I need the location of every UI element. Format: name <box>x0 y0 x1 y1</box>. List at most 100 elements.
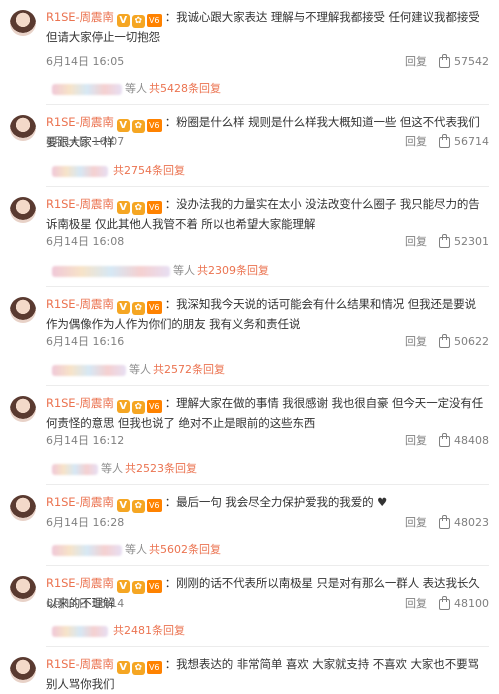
thumbs-up-icon <box>439 233 450 248</box>
replies-count[interactable]: 共2309条回复 <box>197 262 269 280</box>
like-button[interactable]: 56714 <box>439 133 489 151</box>
thumbs-up-icon <box>439 514 450 529</box>
like-count: 56714 <box>454 135 489 148</box>
comment-meta: 6月14日 16:16 回复 50622 <box>46 333 489 351</box>
comment-body: ：最后一句 我会尽全力保护爱我的我爱的 ♥ <box>164 495 388 509</box>
blurred-usernames <box>52 265 170 277</box>
level-badge-icon: V6 <box>146 499 162 512</box>
level-badge-icon: V6 <box>146 201 162 214</box>
comment-text: R1SE-周震南 V ✿ V6 ：理解大家在做的事情 我很感谢 我也很自豪 但今天一定没… <box>46 394 489 433</box>
like-count: 48023 <box>454 516 489 529</box>
replies-count[interactable]: 共2754条回复 <box>113 162 185 180</box>
divider <box>46 286 489 287</box>
comment-meta: 6月14日 16:07 回复 56714 <box>46 133 489 151</box>
thumbs-up-icon <box>439 595 450 610</box>
verified-badge-icon: V <box>116 14 130 27</box>
replies-prefix: 等人 <box>125 82 147 95</box>
timestamp: 6月14日 16:28 <box>46 516 125 529</box>
avatar[interactable] <box>10 297 36 323</box>
thumbs-up-icon <box>439 432 450 447</box>
comment-meta: 6月14日 16:08 回复 52301 <box>46 233 489 251</box>
replies-prefix: 等人 <box>173 264 195 277</box>
comment-text: R1SE-周震南 V ✿ V6 ：我想表达的 非常简单 喜欢 大家就支持 不喜欢 大家也… <box>46 655 489 694</box>
replies-count[interactable]: 共2523条回复 <box>125 460 197 478</box>
reply-button[interactable]: 回复 <box>405 233 427 251</box>
reply-button[interactable]: 回复 <box>405 53 427 71</box>
like-button[interactable]: 50622 <box>439 333 489 351</box>
blurred-usernames <box>52 625 108 637</box>
divider <box>46 104 489 105</box>
author-name[interactable]: R1SE-周震南 <box>46 297 114 311</box>
thumbs-up-icon <box>439 133 450 148</box>
blurred-usernames <box>52 463 98 475</box>
reply-button[interactable]: 回复 <box>405 333 427 351</box>
verified-badge-icon: V <box>116 661 130 674</box>
replies-summary[interactable]: 等人 共2572条回复 <box>52 361 332 379</box>
avatar[interactable] <box>10 495 36 521</box>
timestamp: 6月14日 16:12 <box>46 434 125 447</box>
verified-badge-icon: V <box>116 301 130 314</box>
like-button[interactable]: 48023 <box>439 514 489 532</box>
timestamp: 6月14日 16:05 <box>46 55 125 68</box>
replies-count[interactable]: 共5602条回复 <box>149 541 221 559</box>
avatar[interactable] <box>10 115 36 141</box>
avatar[interactable] <box>10 657 36 683</box>
reply-button[interactable]: 回复 <box>405 432 427 450</box>
comment-text: R1SE-周震南 V ✿ V6 ：我诚心跟大家表达 理解与不理解我都接受 任何建议我都接… <box>46 8 489 47</box>
author-name[interactable]: R1SE-周震南 <box>46 396 114 410</box>
author-name[interactable]: R1SE-周震南 <box>46 657 114 671</box>
like-count: 48408 <box>454 434 489 447</box>
author-name[interactable]: R1SE-周震南 <box>46 115 114 129</box>
level-badge-icon: V6 <box>146 580 162 593</box>
replies-summary[interactable]: 共2754条回复 <box>52 162 332 180</box>
comment-meta: 6月14日 16:28 回复 48023 <box>46 514 489 532</box>
replies-summary[interactable]: 等人 共2309条回复 <box>52 262 332 280</box>
member-badge-icon: ✿ <box>131 15 145 28</box>
verified-badge-icon: V <box>116 580 130 593</box>
reply-button[interactable]: 回复 <box>405 133 427 151</box>
replies-summary[interactable]: 共2481条回复 <box>52 622 332 640</box>
member-badge-icon: ✿ <box>131 401 145 414</box>
member-badge-icon: ✿ <box>131 202 145 215</box>
member-badge-icon: ✿ <box>131 302 145 315</box>
author-name[interactable]: R1SE-周震南 <box>46 10 114 24</box>
member-badge-icon: ✿ <box>131 120 145 133</box>
author-name[interactable]: R1SE-周震南 <box>46 495 114 509</box>
avatar[interactable] <box>10 10 36 36</box>
replies-count[interactable]: 共2572条回复 <box>153 361 225 379</box>
level-badge-icon: V6 <box>146 119 162 132</box>
blurred-usernames <box>52 544 122 556</box>
timestamp: 6月14日 16:07 <box>46 135 125 148</box>
like-count: 52301 <box>454 235 489 248</box>
avatar[interactable] <box>10 197 36 223</box>
like-button[interactable]: 52301 <box>439 233 489 251</box>
timestamp: 6月14日 16:14 <box>46 597 125 610</box>
reply-button[interactable]: 回复 <box>405 514 427 532</box>
divider <box>46 484 489 485</box>
replies-prefix: 等人 <box>125 543 147 556</box>
like-button[interactable]: 57542 <box>439 53 489 71</box>
avatar[interactable] <box>10 576 36 602</box>
replies-summary[interactable]: 等人 共5428条回复 <box>52 80 332 98</box>
comment-text: R1SE-周震南 V ✿ V6 ：最后一句 我会尽全力保护爱我的我爱的 ♥ <box>46 493 489 513</box>
comment-meta: 6月14日 16:12 回复 48408 <box>46 432 489 450</box>
like-button[interactable]: 48408 <box>439 432 489 450</box>
reply-button[interactable]: 回复 <box>405 595 427 613</box>
thumbs-up-icon <box>439 333 450 348</box>
replies-count[interactable]: 共5428条回复 <box>149 80 221 98</box>
comment-meta: 6月14日 16:14 回复 48100 <box>46 595 489 613</box>
comment-text: R1SE-周震南 V ✿ V6 ：我深知我今天说的话可能会有什么结果和情况 但我还是要说… <box>46 295 489 334</box>
divider <box>46 565 489 566</box>
author-name[interactable]: R1SE-周震南 <box>46 197 114 211</box>
avatar[interactable] <box>10 396 36 422</box>
replies-prefix: 等人 <box>129 363 151 376</box>
blurred-usernames <box>52 165 108 177</box>
like-count: 48100 <box>454 597 489 610</box>
member-badge-icon: ✿ <box>131 662 145 675</box>
like-button[interactable]: 48100 <box>439 595 489 613</box>
replies-summary[interactable]: 等人 共5602条回复 <box>52 541 332 559</box>
author-name[interactable]: R1SE-周震南 <box>46 576 114 590</box>
member-badge-icon: ✿ <box>131 581 145 594</box>
replies-summary[interactable]: 等人 共2523条回复 <box>52 460 332 478</box>
replies-count[interactable]: 共2481条回复 <box>113 622 185 640</box>
